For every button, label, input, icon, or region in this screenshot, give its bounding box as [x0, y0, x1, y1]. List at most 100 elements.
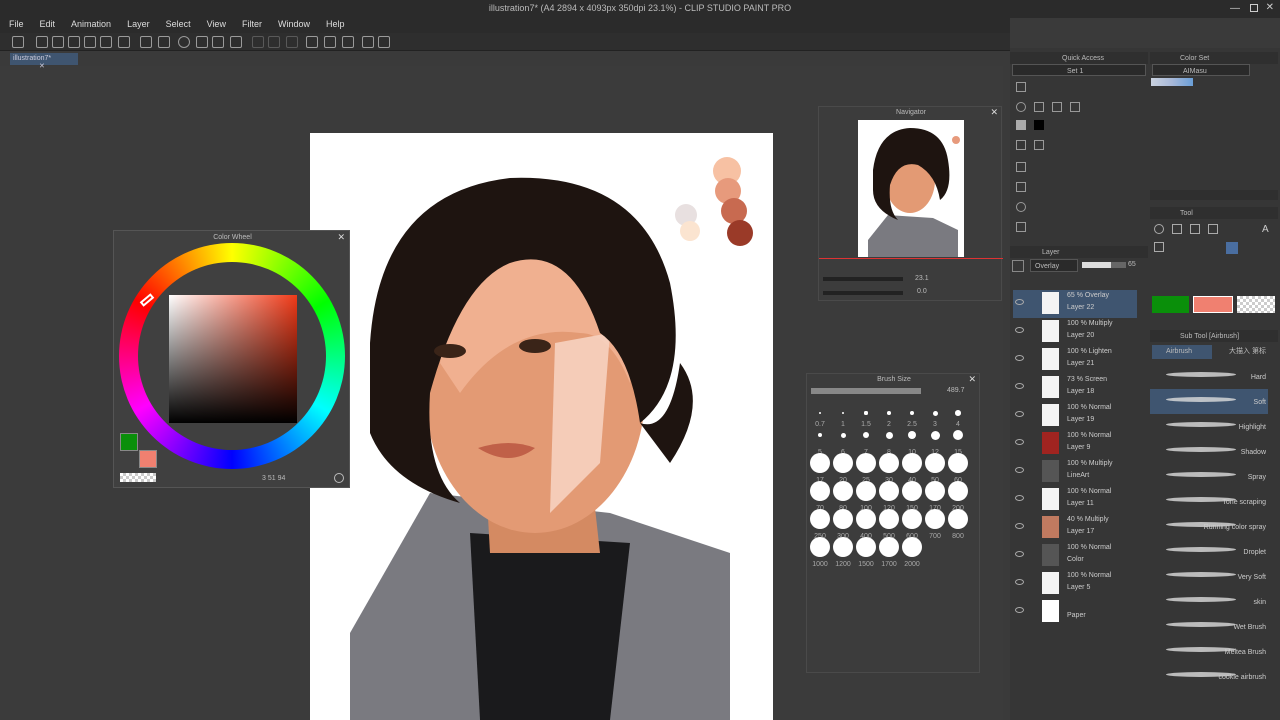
quick-access-set-select[interactable]: Set 1 [1012, 64, 1146, 76]
brush-size-preset[interactable] [902, 453, 922, 473]
brush-size-preset[interactable] [955, 410, 961, 416]
rotation-slider[interactable] [823, 291, 903, 295]
brush-size-preset[interactable] [810, 537, 830, 557]
color-set-swatches[interactable] [1151, 78, 1193, 86]
document-tab[interactable]: illustration7* ✕ [10, 53, 78, 70]
menu-help[interactable]: Help [317, 18, 352, 29]
layer-row[interactable]: 73 % Screen Layer 18 [1013, 374, 1137, 402]
brush-size-preset[interactable] [818, 433, 822, 437]
brush-item[interactable]: cookie airbrush [1150, 664, 1268, 689]
layer-icon[interactable] [1070, 102, 1080, 112]
eye-icon[interactable] [1015, 467, 1024, 473]
brush-item[interactable]: Shadow [1150, 439, 1268, 464]
close-icon[interactable]: ✕ [1266, 2, 1274, 13]
opacity-slider[interactable] [1082, 262, 1126, 268]
cut-icon[interactable] [1016, 102, 1026, 112]
brush-item[interactable]: Soft [1150, 389, 1268, 414]
eye-icon[interactable] [1015, 439, 1024, 445]
brush-icon[interactable] [342, 36, 354, 48]
copy-icon[interactable] [1034, 102, 1044, 112]
layer-row[interactable]: 100 % Normal Layer 19 [1013, 402, 1137, 430]
brush-item[interactable]: Droplet [1150, 539, 1268, 564]
flip-icon[interactable] [1016, 162, 1026, 172]
export-alt-icon[interactable] [100, 36, 112, 48]
brush-size-preset[interactable] [902, 481, 922, 501]
layer-row[interactable]: 100 % Normal Layer 5 [1013, 570, 1137, 598]
brush-size-preset[interactable] [833, 453, 853, 473]
pencil-icon[interactable] [324, 36, 336, 48]
brush-item[interactable]: Spray [1150, 464, 1268, 489]
ruler-icon[interactable] [362, 36, 374, 48]
brush-size-preset[interactable] [908, 431, 916, 439]
layer-row[interactable]: 100 % Lighten Layer 21 [1013, 346, 1137, 374]
brush-size-preset[interactable] [902, 509, 922, 529]
brush-size-preset[interactable] [810, 453, 830, 473]
eye-icon[interactable] [1015, 495, 1024, 501]
eye-icon[interactable] [1015, 383, 1024, 389]
brush-item[interactable]: Tone scraping [1150, 489, 1268, 514]
menu-edit[interactable]: Edit [31, 18, 63, 29]
text-tool-icon[interactable]: A [1262, 224, 1272, 235]
sub-color-swatch[interactable] [139, 450, 157, 468]
open-file-icon[interactable] [52, 36, 64, 48]
sub-color-chip[interactable] [1193, 296, 1233, 313]
brush-item[interactable]: Very Soft [1150, 564, 1268, 589]
layer-row[interactable]: 100 % Normal Layer 9 [1013, 430, 1137, 458]
zoom-tool-icon[interactable] [1154, 224, 1164, 234]
eye-icon[interactable] [1015, 551, 1024, 557]
brush-size-preset[interactable] [925, 481, 945, 501]
brush-size-preset[interactable] [810, 509, 830, 529]
blend-mode-select[interactable]: Overlay [1030, 259, 1078, 272]
move-tool-icon[interactable] [1208, 224, 1218, 234]
brush-size-preset[interactable] [909, 410, 915, 416]
paste-icon[interactable] [1052, 102, 1062, 112]
layer-row[interactable]: 100 % Multiply LineArt [1013, 458, 1137, 486]
layer-row[interactable]: 100 % Normal Color [1013, 542, 1137, 570]
menu-animation[interactable]: Animation [62, 18, 118, 29]
transparent-chip[interactable] [1237, 296, 1275, 313]
maximize-icon[interactable] [1250, 4, 1258, 12]
sub-tool-tab-other[interactable]: 大描入 第标 [1215, 345, 1275, 359]
pen-icon[interactable] [306, 36, 318, 48]
brush-size-preset[interactable] [932, 410, 938, 416]
eye-icon[interactable] [1015, 411, 1024, 417]
brush-size-preset[interactable] [833, 537, 853, 557]
deselect-icon[interactable] [268, 36, 280, 48]
zoom-slider[interactable] [823, 277, 903, 281]
layer-property-icon[interactable] [1012, 260, 1024, 272]
close-icon[interactable]: ✕ [990, 107, 998, 118]
brush-size-preset[interactable] [948, 481, 968, 501]
hand-tool-icon[interactable] [1172, 224, 1182, 234]
eye-icon[interactable] [1015, 579, 1024, 585]
clear-icon[interactable] [212, 36, 224, 48]
brush-size-preset[interactable] [885, 431, 893, 439]
invert-selection-icon[interactable] [286, 36, 298, 48]
saturation-value-square[interactable] [169, 295, 297, 423]
brush-size-preset[interactable] [856, 509, 876, 529]
brush-size-preset[interactable] [879, 509, 899, 529]
brush-size-preset[interactable] [879, 481, 899, 501]
main-color-swatch[interactable] [120, 433, 138, 451]
brush-size-preset[interactable] [948, 453, 968, 473]
brush-size-preset[interactable] [841, 411, 845, 415]
menu-window[interactable]: Window [269, 18, 317, 29]
export-icon[interactable] [84, 36, 96, 48]
brush-size-preset[interactable] [864, 411, 868, 415]
eye-icon[interactable] [1015, 523, 1024, 529]
brush-size-preset[interactable] [833, 481, 853, 501]
brush-size-preset[interactable] [953, 430, 963, 440]
eyedropper-icon[interactable] [1190, 224, 1200, 234]
undo-icon[interactable] [1016, 82, 1026, 92]
menu-view[interactable]: View [198, 18, 233, 29]
brush-size-preset[interactable] [879, 453, 899, 473]
fill-icon[interactable] [196, 36, 208, 48]
snap-icon[interactable] [378, 36, 390, 48]
color-set-select[interactable]: AIMasu [1152, 64, 1250, 76]
brush-item[interactable]: Wet Brush [1150, 614, 1268, 639]
brush-size-preset[interactable] [856, 453, 876, 473]
brush-size-preset[interactable] [948, 509, 968, 529]
checker-icon[interactable] [1016, 120, 1026, 130]
brush-size-preset[interactable] [856, 481, 876, 501]
layer-row[interactable]: Paper [1013, 598, 1137, 626]
black-swatch-icon[interactable] [1034, 120, 1044, 130]
